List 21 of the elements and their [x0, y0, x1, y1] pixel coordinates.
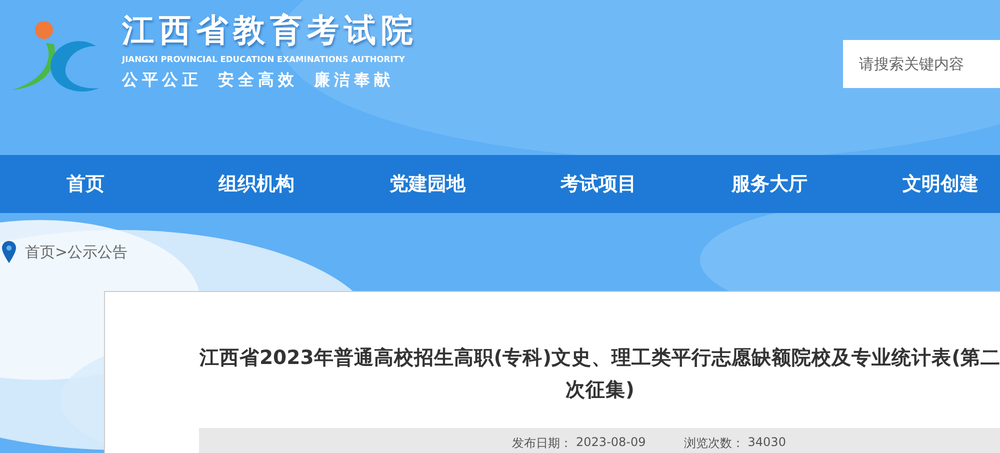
- motto-text: 廉洁奉献: [314, 69, 394, 91]
- meta-value: 2023-08-09: [576, 434, 646, 450]
- nav-link[interactable]: 首页: [66, 155, 104, 213]
- search-field[interactable]: 请搜索关键内容: [843, 40, 1000, 88]
- nav-link[interactable]: 文明创建: [902, 155, 978, 213]
- breadcrumb-link[interactable]: 首页: [25, 242, 55, 262]
- motto-text: 安全高效: [218, 69, 298, 91]
- meta-label: 浏览次数：: [684, 434, 744, 452]
- nav-link[interactable]: 组织机构: [218, 155, 294, 213]
- site-title: 江西省教育考试院: [122, 10, 418, 51]
- article-title: 江西省2023年普通高校招生高职(专科)文史、理工类平行志愿缺额院校及专业统计表(第二次征集): [199, 345, 1000, 403]
- motto-text: 公平公正: [122, 69, 202, 91]
- location-pin-icon: [2, 241, 16, 263]
- breadcrumb-separator: >: [55, 243, 68, 261]
- nav-link[interactable]: 考试项目: [560, 155, 636, 213]
- meta-label: 发布日期：: [512, 434, 572, 452]
- nav-link[interactable]: 党建园地: [390, 155, 466, 213]
- breadcrumb-link[interactable]: 公示公告: [68, 242, 128, 262]
- meta-value: 34030: [748, 434, 786, 450]
- site-subtitle: JIANGXI PROVINCIAL EDUCATION EXAMINATIONS AUTHORITY: [122, 53, 406, 66]
- nav-link[interactable]: 服务大厅: [732, 155, 808, 213]
